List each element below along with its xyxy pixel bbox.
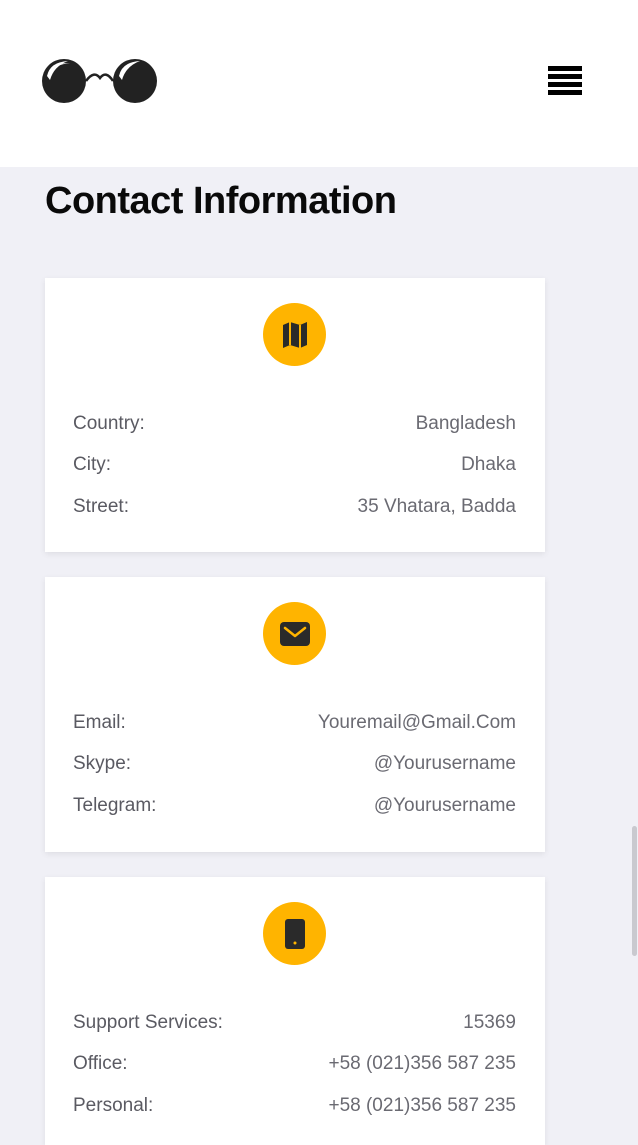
- telegram-value[interactable]: @Yourusername: [374, 795, 516, 817]
- email-label: Email:: [73, 712, 126, 733]
- list-item: Telegram: @Yourusername: [73, 793, 516, 819]
- skype-value[interactable]: @Yourusername: [374, 753, 516, 775]
- street-label: Street:: [73, 496, 129, 517]
- mobile-phone-icon: [263, 902, 326, 965]
- office-label: Office:: [73, 1053, 128, 1074]
- hamburger-menu-icon[interactable]: [548, 66, 584, 102]
- support-value[interactable]: 15369: [463, 1012, 516, 1034]
- personal-label: Personal:: [73, 1095, 154, 1116]
- list-item: Email: Youremail@Gmail.Com: [73, 710, 516, 736]
- site-header: [0, 0, 638, 167]
- telegram-label: Telegram:: [73, 795, 157, 816]
- map-icon: [263, 303, 326, 366]
- phone-card: Support Services: 15369 Office: +58 (021…: [45, 877, 545, 1145]
- list-item: Support Services: 15369: [73, 1010, 516, 1036]
- office-value[interactable]: +58 (021)356 587 235: [328, 1053, 516, 1075]
- list-item: Street: 35 Vhatara, Badda: [73, 494, 516, 520]
- list-item: Skype: @Yourusername: [73, 751, 516, 777]
- personal-value[interactable]: +58 (021)356 587 235: [328, 1095, 516, 1117]
- country-label: Country:: [73, 413, 145, 434]
- envelope-icon: [263, 602, 326, 665]
- list-item: Office: +58 (021)356 587 235: [73, 1051, 516, 1077]
- scrollbar[interactable]: [632, 826, 637, 956]
- address-card: Country: Bangladesh City: Dhaka Street: …: [45, 278, 545, 552]
- online-contact-card: Email: Youremail@Gmail.Com Skype: @Youru…: [45, 577, 545, 852]
- glasses-logo-icon[interactable]: [40, 56, 160, 106]
- street-value: 35 Vhatara, Badda: [357, 496, 516, 517]
- list-item: Country: Bangladesh: [73, 411, 516, 437]
- city-value: Dhaka: [461, 454, 516, 475]
- city-label: City:: [73, 454, 111, 475]
- support-label: Support Services:: [73, 1012, 223, 1033]
- country-value: Bangladesh: [415, 413, 516, 434]
- page-title: Contact Information: [45, 180, 397, 222]
- email-value[interactable]: Youremail@Gmail.Com: [318, 712, 516, 734]
- skype-label: Skype:: [73, 753, 132, 774]
- list-item: Personal: +58 (021)356 587 235: [73, 1093, 516, 1119]
- list-item: City: Dhaka: [73, 452, 516, 478]
